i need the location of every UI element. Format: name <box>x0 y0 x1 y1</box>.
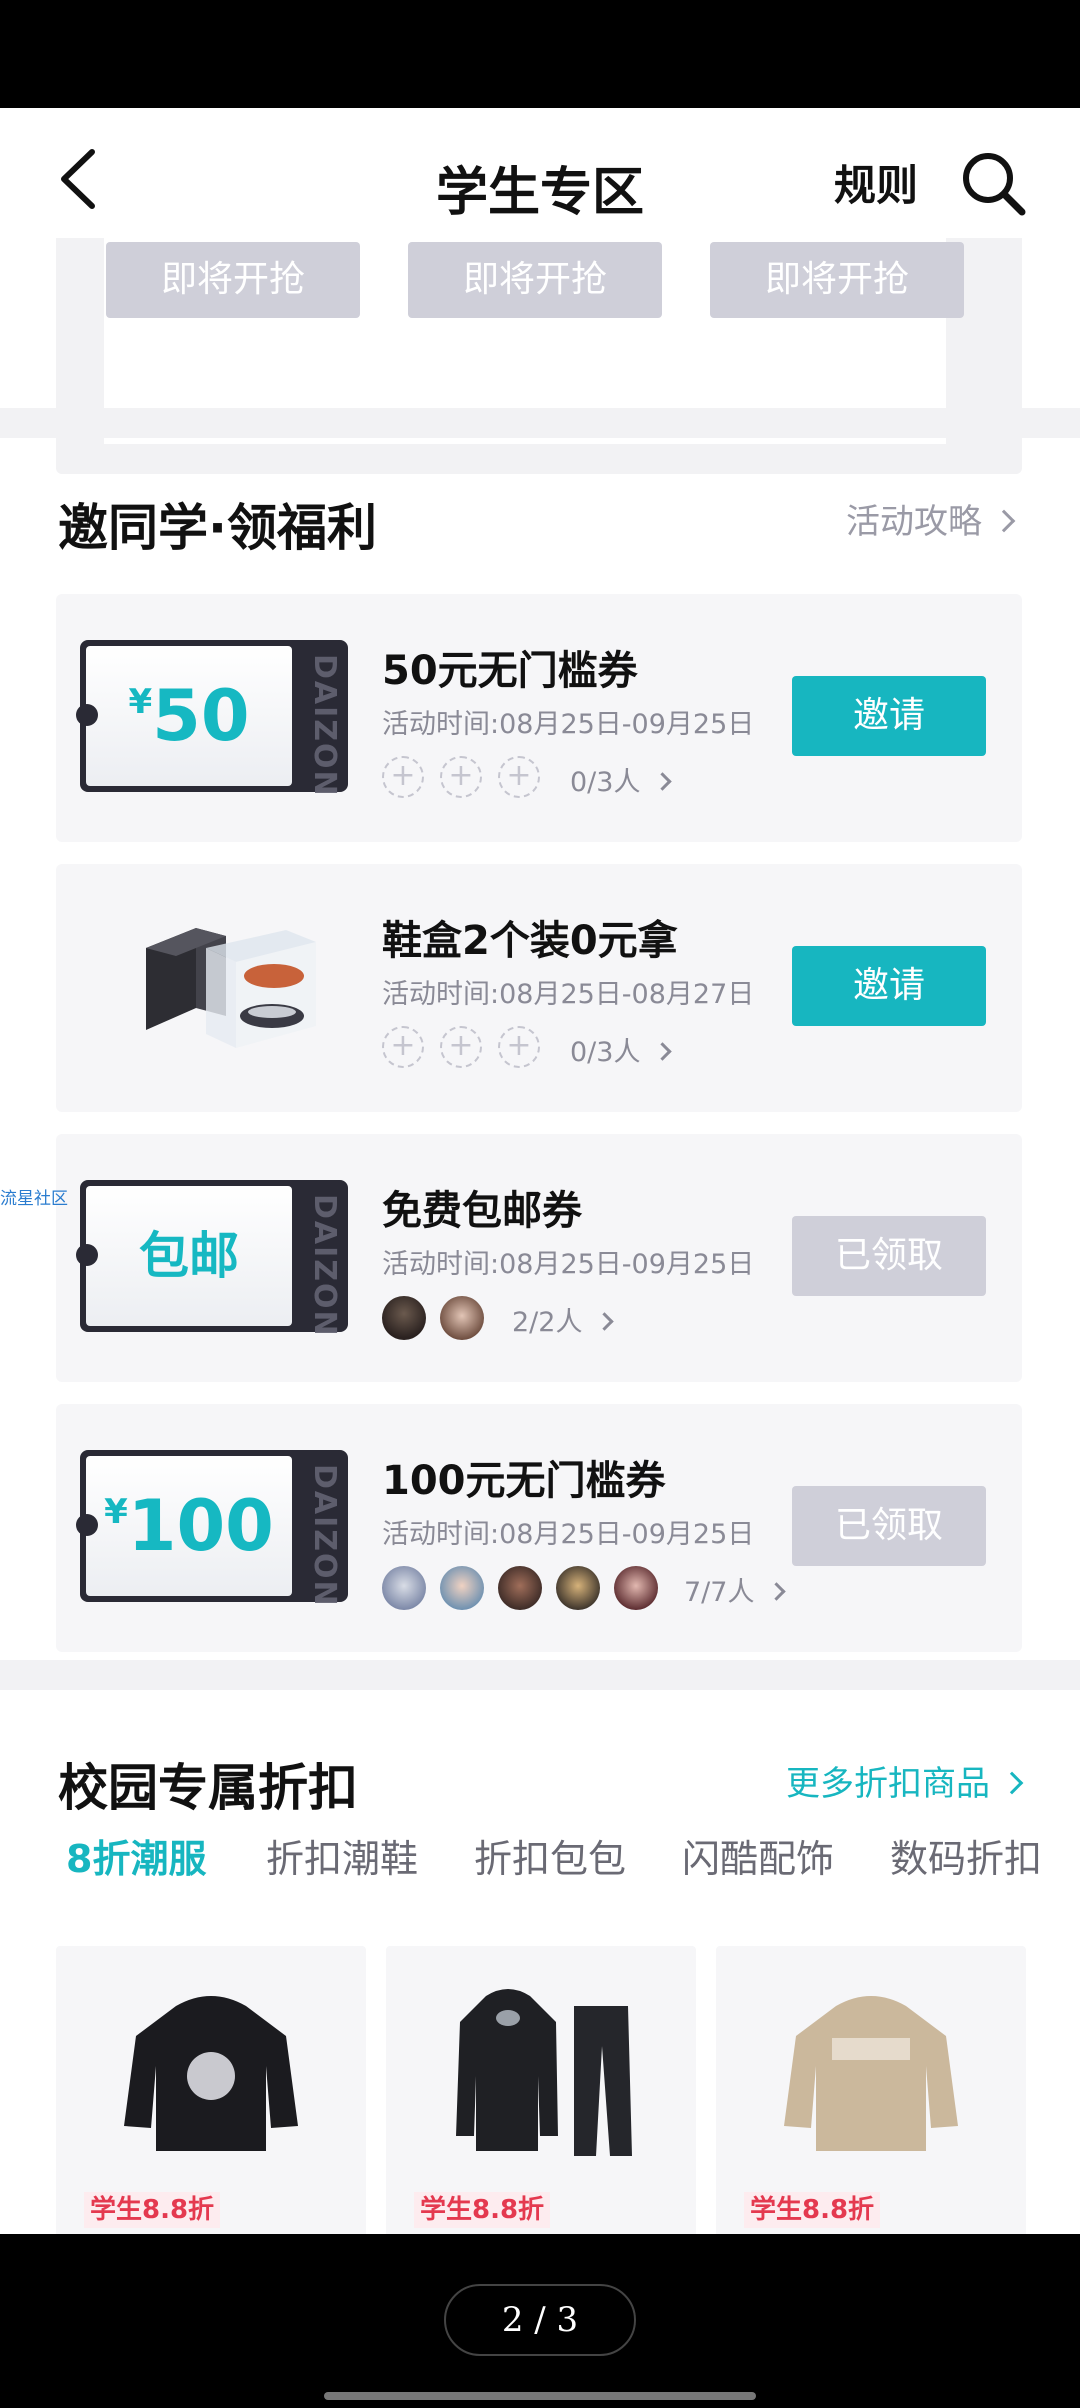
coupon-value: 100 <box>127 1485 274 1567</box>
student-discount-badge: 学生8.8折 <box>744 2192 881 2228</box>
coupon-currency: ¥ <box>128 682 153 722</box>
invite-section-title: 邀同学·领福利 <box>58 499 377 557</box>
discount-tabs: 8折潮服 折扣潮鞋 折扣包包 闪酷配饰 数码折扣 <box>0 1828 1080 1894</box>
invite-slot-plus-icon[interactable]: + <box>498 756 540 798</box>
section-divider <box>0 1660 1080 1690</box>
invite-card-shoebox: 鞋盒2个装0元拿 活动时间:08月25日-08月27日 + + + 0/3人 邀… <box>56 864 1022 1112</box>
phone-screen: 学生专区 规则 即将开抢 即将开抢 即将开抢 邀同学·领福利 活动攻略 ¥50 … <box>0 0 1080 2408</box>
coupon-brand: DAIZON <box>307 654 342 798</box>
student-discount-badge: 学生8.8折 <box>84 2192 221 2228</box>
invite-count[interactable]: 2/2人 <box>512 1300 615 1339</box>
beige-hoodie-image <box>784 1996 958 2151</box>
avatar <box>556 1566 600 1610</box>
invite-count[interactable]: 7/7人 <box>684 1570 787 1609</box>
coupon-text: 包邮 <box>139 1227 239 1285</box>
claimed-button: 已领取 <box>792 1486 986 1566</box>
card-time: 活动时间:08月25日-08月27日 <box>382 979 755 1010</box>
invite-button[interactable]: 邀请 <box>792 676 986 756</box>
invite-slot-plus-icon[interactable]: + <box>440 756 482 798</box>
search-icon[interactable] <box>958 148 1028 218</box>
coupon-100-image: ¥100 DAIZON <box>76 1450 348 1608</box>
card-title: 100元无门槛券 <box>382 1458 666 1504</box>
side-community-tag[interactable]: 流星社区 <box>0 1184 68 1209</box>
chevron-right-icon <box>1000 1771 1024 1794</box>
invite-button[interactable]: 邀请 <box>792 946 986 1026</box>
invite-slot-plus-icon[interactable]: + <box>382 756 424 798</box>
student-zone-page: 学生专区 规则 即将开抢 即将开抢 即将开抢 邀同学·领福利 活动攻略 ¥50 … <box>0 108 1080 2234</box>
coupon-value: 50 <box>152 675 250 757</box>
rules-link[interactable]: 规则 <box>834 152 918 213</box>
section-divider <box>0 408 1080 438</box>
avatar <box>382 1566 426 1610</box>
tab-discount-shoes[interactable]: 折扣潮鞋 <box>266 1828 418 1883</box>
card-title: 免费包邮券 <box>382 1188 582 1234</box>
invite-count-label: 2/2人 <box>512 1307 583 1338</box>
more-discount-label: 更多折扣商品 <box>786 1764 990 1804</box>
black-jacket-pants-image <box>456 1989 632 2156</box>
coming-soon-button-3[interactable]: 即将开抢 <box>710 242 964 318</box>
card-time: 活动时间:08月25日-09月25日 <box>382 1249 755 1280</box>
image-page-indicator: 2 / 3 <box>444 2284 636 2356</box>
chevron-right-icon <box>595 1312 615 1331</box>
chevron-right-icon <box>653 1042 673 1061</box>
discount-section-title: 校园专属折扣 <box>58 1759 358 1817</box>
coupon-50-image: ¥50 DAIZON <box>76 640 348 798</box>
tab-digital[interactable]: 数码折扣 <box>890 1828 1042 1883</box>
coming-soon-button-2[interactable]: 即将开抢 <box>408 242 662 318</box>
nav-header: 学生专区 规则 <box>0 108 1080 238</box>
more-discount-link[interactable]: 更多折扣商品 <box>786 1756 1024 1805</box>
invite-slot-plus-icon[interactable]: + <box>382 1026 424 1068</box>
card-time: 活动时间:08月25日-09月25日 <box>382 709 755 740</box>
invite-count[interactable]: 0/3人 <box>570 760 673 799</box>
free-shipping-coupon-image: 包邮 DAIZON <box>76 1180 348 1338</box>
tab-trend-clothing[interactable]: 8折潮服 <box>66 1828 206 1883</box>
activity-guide-label: 活动攻略 <box>846 502 982 542</box>
student-discount-badge: 学生8.8折 <box>414 2192 551 2228</box>
coupon-currency: ¥ <box>104 1492 128 1532</box>
avatar <box>440 1296 484 1340</box>
chevron-right-icon <box>992 509 1016 532</box>
card-title: 鞋盒2个装0元拿 <box>382 918 678 964</box>
product-card-2[interactable]: 学生8.8折 <box>386 1946 696 2234</box>
invite-slot-plus-icon[interactable]: + <box>498 1026 540 1068</box>
claimed-button: 已领取 <box>792 1216 986 1296</box>
invite-card-100-coupon: ¥100 DAIZON 100元无门槛券 活动时间:08月25日-09月25日 … <box>56 1404 1022 1652</box>
avatar <box>614 1566 658 1610</box>
black-hoodie-image <box>124 1996 298 2151</box>
coupon-brand: DAIZON <box>307 1464 342 1608</box>
avatar <box>440 1566 484 1610</box>
coupon-brand: DAIZON <box>307 1194 342 1338</box>
avatar <box>382 1296 426 1340</box>
invite-card-free-shipping: 包邮 DAIZON 免费包邮券 活动时间:08月25日-09月25日 2/2人 … <box>56 1134 1022 1382</box>
invite-count-label: 7/7人 <box>684 1577 755 1608</box>
activity-guide-link[interactable]: 活动攻略 <box>846 494 1016 543</box>
invite-count-label: 0/3人 <box>570 767 641 798</box>
invite-count[interactable]: 0/3人 <box>570 1030 673 1069</box>
card-time: 活动时间:08月25日-09月25日 <box>382 1519 755 1550</box>
chevron-right-icon <box>767 1582 787 1601</box>
shoebox-product-image <box>146 928 316 1048</box>
product-card-1[interactable]: 学生8.8折 <box>56 1946 366 2234</box>
chevron-right-icon <box>653 772 673 791</box>
invite-count-label: 0/3人 <box>570 1037 641 1068</box>
tab-discount-bags[interactable]: 折扣包包 <box>474 1828 626 1883</box>
avatar <box>498 1566 542 1610</box>
invite-card-50-coupon: ¥50 DAIZON 50元无门槛券 活动时间:08月25日-09月25日 + … <box>56 594 1022 842</box>
invite-slot-plus-icon[interactable]: + <box>440 1026 482 1068</box>
home-indicator[interactable] <box>324 2392 756 2400</box>
product-card-3[interactable]: 学生8.8折 <box>716 1946 1026 2234</box>
coming-soon-button-1[interactable]: 即将开抢 <box>106 242 360 318</box>
card-title: 50元无门槛券 <box>382 648 638 694</box>
tab-accessories[interactable]: 闪酷配饰 <box>682 1828 834 1883</box>
